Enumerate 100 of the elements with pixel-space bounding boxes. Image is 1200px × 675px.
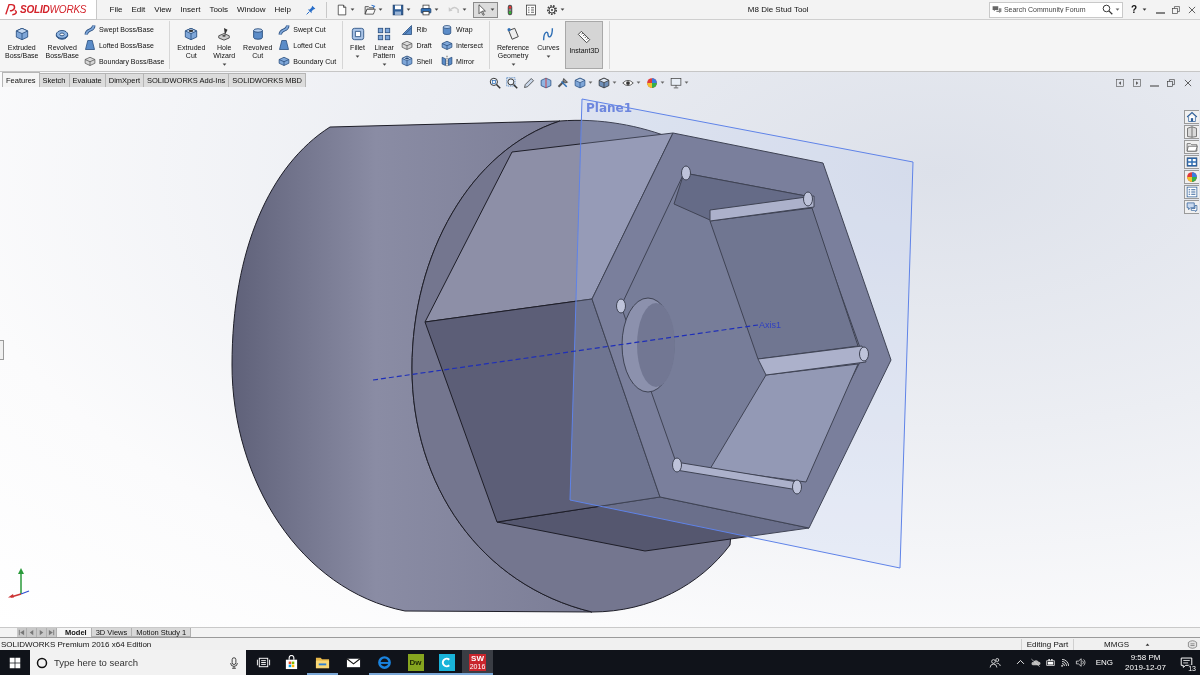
magnifier-icon bbox=[505, 76, 518, 89]
hole bbox=[803, 191, 813, 207]
view-tool-button[interactable] bbox=[669, 76, 689, 89]
shield-icon[interactable] bbox=[1187, 638, 1198, 650]
axis-line[interactable] bbox=[372, 324, 759, 381]
edition-text: SOLIDWORKS Premium 2016 x64 Edition bbox=[1, 639, 153, 649]
language-button[interactable]: ENG bbox=[1095, 658, 1114, 667]
hole bbox=[859, 346, 869, 362]
caret-icon bbox=[683, 81, 689, 84]
task-pane-tab[interactable] bbox=[1184, 185, 1199, 199]
app-tile-label: SW bbox=[471, 655, 484, 663]
restore-icon bbox=[1171, 4, 1181, 15]
grid-icon bbox=[377, 27, 392, 41]
scroll-button[interactable] bbox=[17, 628, 27, 637]
caret-icon bbox=[611, 81, 617, 84]
reference-plane[interactable] bbox=[569, 98, 914, 569]
minimize-icon bbox=[1149, 85, 1159, 87]
chat-bubbles-icon bbox=[991, 4, 1002, 15]
scroll-button[interactable] bbox=[47, 628, 57, 637]
triangle-left-icon bbox=[28, 629, 35, 636]
caret-icon bbox=[461, 8, 467, 11]
caret-icon bbox=[635, 81, 641, 84]
triangle-right-icon bbox=[38, 629, 45, 636]
home-icon bbox=[1186, 111, 1198, 123]
hole bbox=[681, 165, 691, 181]
hollow-cube-icon bbox=[401, 55, 414, 68]
caret-icon[interactable] bbox=[1142, 8, 1147, 11]
caret-icon bbox=[405, 8, 411, 11]
search-icon[interactable] bbox=[1101, 4, 1113, 15]
units-button[interactable]: MMGS bbox=[1104, 639, 1129, 649]
view-tool-button[interactable] bbox=[488, 76, 501, 89]
printer-icon bbox=[419, 3, 432, 16]
folder-icon bbox=[363, 3, 376, 16]
caret-icon bbox=[489, 8, 495, 11]
view-tool-button[interactable] bbox=[573, 76, 593, 89]
view-tool-button[interactable] bbox=[539, 76, 552, 89]
menu-item[interactable]: Window bbox=[232, 1, 271, 18]
task-pane-tab[interactable] bbox=[1184, 140, 1199, 154]
hole bbox=[616, 298, 626, 314]
ring-icon bbox=[377, 655, 392, 670]
logo-button[interactable]: SOLIDWORKS bbox=[0, 0, 97, 20]
search-field[interactable]: Type here to search bbox=[30, 650, 246, 675]
cube-icon bbox=[597, 76, 610, 89]
caret-icon bbox=[559, 8, 565, 11]
pin-icon[interactable] bbox=[305, 4, 316, 15]
cloud-icon bbox=[1029, 657, 1041, 668]
curve-icon bbox=[541, 27, 556, 41]
caret-icon bbox=[349, 8, 355, 11]
monitor-icon bbox=[669, 76, 682, 89]
mirror-icon bbox=[441, 55, 454, 68]
task-pane-tab[interactable] bbox=[1184, 110, 1199, 124]
skip-right-icon bbox=[48, 629, 55, 636]
envelope-icon bbox=[346, 655, 361, 670]
skip-left-icon bbox=[18, 629, 25, 636]
taskbar-app-button[interactable]: Dw bbox=[400, 650, 431, 675]
restore-icon bbox=[1166, 77, 1176, 88]
page-icon bbox=[335, 3, 348, 16]
tools-icon bbox=[556, 76, 569, 89]
caret-icon bbox=[377, 8, 383, 11]
chat-bubbles-icon bbox=[1186, 201, 1198, 213]
gear-icon bbox=[545, 3, 558, 16]
menu-item[interactable]: Edit bbox=[126, 1, 150, 18]
hole bbox=[792, 479, 802, 495]
section-cube-icon bbox=[539, 76, 552, 89]
task-pane-tab[interactable] bbox=[1184, 200, 1199, 214]
ring-icon bbox=[55, 27, 70, 41]
color-sphere-icon bbox=[1186, 171, 1198, 183]
task-pane-tab[interactable] bbox=[1184, 125, 1199, 139]
view-tool-button[interactable] bbox=[597, 76, 617, 89]
menu-item[interactable]: File bbox=[105, 1, 127, 18]
magnifier-icon bbox=[488, 76, 501, 89]
folder-icon bbox=[1186, 141, 1198, 153]
caret-icon bbox=[587, 81, 593, 84]
task-pane-tab[interactable] bbox=[1184, 155, 1199, 169]
caret-icon[interactable] bbox=[1114, 8, 1120, 11]
search-input[interactable]: Type here to search bbox=[54, 655, 222, 670]
microphone-icon[interactable] bbox=[228, 656, 240, 669]
cube-icon bbox=[573, 76, 586, 89]
cube-with-hole-icon bbox=[184, 27, 199, 41]
menu-item[interactable]: Tools bbox=[204, 1, 233, 18]
cube-icon bbox=[14, 27, 29, 41]
help-button[interactable]: ? bbox=[1128, 4, 1139, 15]
view-tool-button[interactable] bbox=[556, 76, 569, 89]
book-icon bbox=[1186, 126, 1198, 138]
cursor-icon bbox=[475, 3, 488, 16]
view-tool-button[interactable] bbox=[505, 76, 518, 89]
task-pane-tab[interactable] bbox=[1184, 170, 1199, 184]
menu-item[interactable]: Insert bbox=[175, 1, 205, 18]
folder-icon bbox=[315, 655, 330, 670]
pencil-icon bbox=[522, 76, 535, 89]
scroll-button[interactable] bbox=[27, 628, 37, 637]
clock-button[interactable]: 9:58 PM 2019-12-07 bbox=[1119, 652, 1172, 673]
menu-item[interactable]: Help bbox=[270, 1, 296, 18]
panel-handle[interactable] bbox=[0, 340, 4, 360]
ruler-icon bbox=[577, 30, 592, 44]
status-mode: Editing Part bbox=[1020, 638, 1075, 650]
block-icon bbox=[401, 39, 414, 52]
block-icon bbox=[441, 39, 454, 52]
menu-item[interactable]: View bbox=[149, 1, 176, 18]
caret-up-icon[interactable] bbox=[1145, 642, 1150, 646]
